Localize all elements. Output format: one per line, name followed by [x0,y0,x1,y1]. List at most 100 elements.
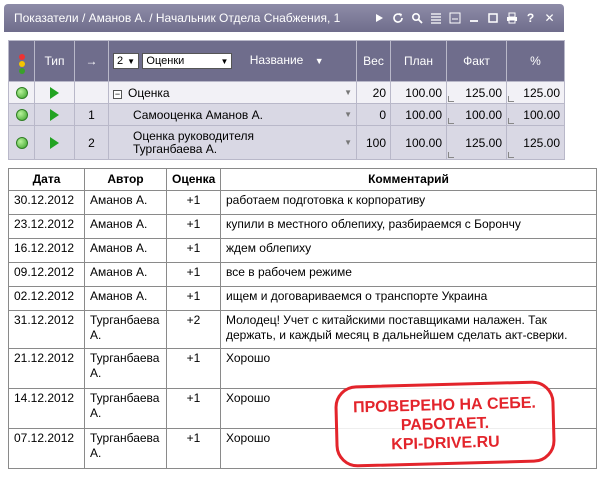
percent-header[interactable]: % [506,40,565,82]
chevron-down-icon: ▼ [220,56,229,66]
comment-text: ищем и договариваемся о транспорте Украи… [220,286,597,311]
comment-date: 02.12.2012 [8,286,85,311]
kpi-table: Тип → 2 ▼ Оценки ▼ Название ▼ Вес План Фак… [8,40,565,160]
sort-chevron-icon[interactable]: ▼ [315,56,324,66]
comment-text: купили в местного облепиху, разбираемся … [220,214,597,239]
stamp-line-2: РАБОТАЕТ. [400,414,490,434]
comment-score: +1 [166,238,221,263]
search-icon[interactable] [408,10,425,27]
collapse-icon[interactable]: − [113,89,122,99]
comment-text: все в рабочем режиме [220,262,597,287]
play-icon[interactable] [370,10,387,27]
comment-author: Турганбаева А. [84,348,167,389]
kpi-plan: 100.00 [390,81,447,104]
comment-date: 14.12.2012 [8,388,85,429]
row-number [74,81,109,104]
fact-header[interactable]: Факт [446,40,507,82]
comment-score: +1 [166,348,221,389]
traffic-light-icon [18,53,25,74]
comment-author: Аманов А. [84,238,167,263]
kpi-row[interactable]: − Оценка ▼ 20 100.00 125.00 125.00 [8,81,565,104]
table-row: 16.12.2012 Аманов А. +1 ждем облепиху [8,238,597,263]
comment-date: 09.12.2012 [8,262,85,287]
stamp-line-3: KPI-DRIVE.RU [391,433,500,453]
kpi-fact[interactable]: 125.00 [446,125,507,160]
kpi-percent: 125.00 [506,81,565,104]
status-green-icon [15,137,28,150]
comment-date: 31.12.2012 [8,310,85,349]
chevron-down-icon[interactable]: ▼ [344,110,352,119]
comment-date: 23.12.2012 [8,214,85,239]
comment-author: Турганбаева А. [84,428,167,469]
kpi-percent: 125.00 [506,125,565,160]
author-header: Автор [84,168,167,191]
csv-export-icon[interactable] [446,10,463,27]
kpi-name: Самооценка Аманов А. [133,107,263,122]
window-titlebar: Показатели / Аманов А. / Начальник Отдел… [4,4,564,32]
table-row: 23.12.2012 Аманов А. +1 купили в местног… [8,214,597,239]
play-icon[interactable] [50,87,59,100]
comment-score: +1 [166,286,221,311]
restore-icon[interactable] [484,10,501,27]
comment-score: +1 [166,214,221,239]
verified-stamp: ПРОВЕРЕНО НА СЕБЕ. РАБОТАЕТ. KPI-DRIVE.R… [333,380,557,468]
comment-text: работаем подготовка к корпоративу [220,190,597,215]
comment-text: Молодец! Учет с китайскими поставщиками … [220,310,597,349]
titlebar-controls: ? ✕ [370,10,564,27]
kpi-fact[interactable]: 100.00 [446,103,507,126]
kpi-name: Оценка руководителя Турганбаева А. [133,128,254,156]
chevron-down-icon[interactable]: ▼ [344,88,352,97]
comment-author: Аманов А. [84,190,167,215]
comment-header: Комментарий [220,168,597,191]
refresh-icon[interactable] [389,10,406,27]
comment-text: ждем облепиху [220,238,597,263]
name-column-title[interactable]: Название [250,53,304,67]
comment-date: 16.12.2012 [8,238,85,263]
kpi-weight: 100 [356,125,391,160]
window-title: Показатели / Аманов А. / Начальник Отдел… [14,11,341,25]
arrow-header[interactable]: → [74,40,109,82]
play-icon[interactable] [50,109,59,122]
name-header: 2 ▼ Оценки ▼ Название ▼ [108,40,357,82]
kpi-row[interactable]: 2 Оценка руководителя Турганбаева А. ▼ 10… [8,125,565,160]
table-row: 02.12.2012 Аманов А. +1 ищем и договарив… [8,286,597,311]
comment-score: +1 [166,388,221,429]
date-header: Дата [8,168,85,191]
status-green-icon [15,87,28,100]
stamp-line-1: ПРОВЕРЕНО НА СЕБЕ. [352,394,537,416]
row-number: 2 [74,125,109,160]
type-header[interactable]: Тип [34,40,75,82]
minimize-icon[interactable] [465,10,482,27]
comment-author: Турганбаева А. [84,388,167,429]
comment-date: 07.12.2012 [8,428,85,469]
status-green-icon [15,109,28,122]
comment-score: +1 [166,428,221,469]
plan-header[interactable]: План [390,40,447,82]
comment-score: +1 [166,262,221,287]
chevron-down-icon[interactable]: ▼ [344,138,352,147]
print-icon[interactable] [503,10,520,27]
weight-header[interactable]: Вес [356,40,391,82]
comment-author: Аманов А. [84,262,167,287]
kpi-weight: 0 [356,103,391,126]
comment-date: 21.12.2012 [8,348,85,389]
kpi-fact[interactable]: 125.00 [446,81,507,104]
kpi-name: Оценка [128,85,170,100]
list-icon[interactable] [427,10,444,27]
kpi-row[interactable]: 1 Самооценка Аманов А. ▼ 0 100.00 100.00 … [8,103,565,126]
close-icon[interactable]: ✕ [541,10,558,27]
kpi-percent: 100.00 [506,103,565,126]
play-icon[interactable] [50,137,59,150]
help-icon[interactable]: ? [522,10,539,27]
comment-author: Турганбаева А. [84,310,167,349]
kpi-weight: 20 [356,81,391,104]
comment-date: 30.12.2012 [8,190,85,215]
row-number: 1 [74,103,109,126]
status-lights-header [8,40,35,82]
filter-select[interactable]: Оценки ▼ [142,53,233,69]
chevron-down-icon: ▼ [127,56,136,66]
comment-score: +1 [166,190,221,215]
table-row: 31.12.2012 Турганбаева А. +2 Молодец! Уч… [8,310,597,349]
level-select[interactable]: 2 ▼ [113,53,140,69]
table-row: 09.12.2012 Аманов А. +1 все в рабочем ре… [8,262,597,287]
